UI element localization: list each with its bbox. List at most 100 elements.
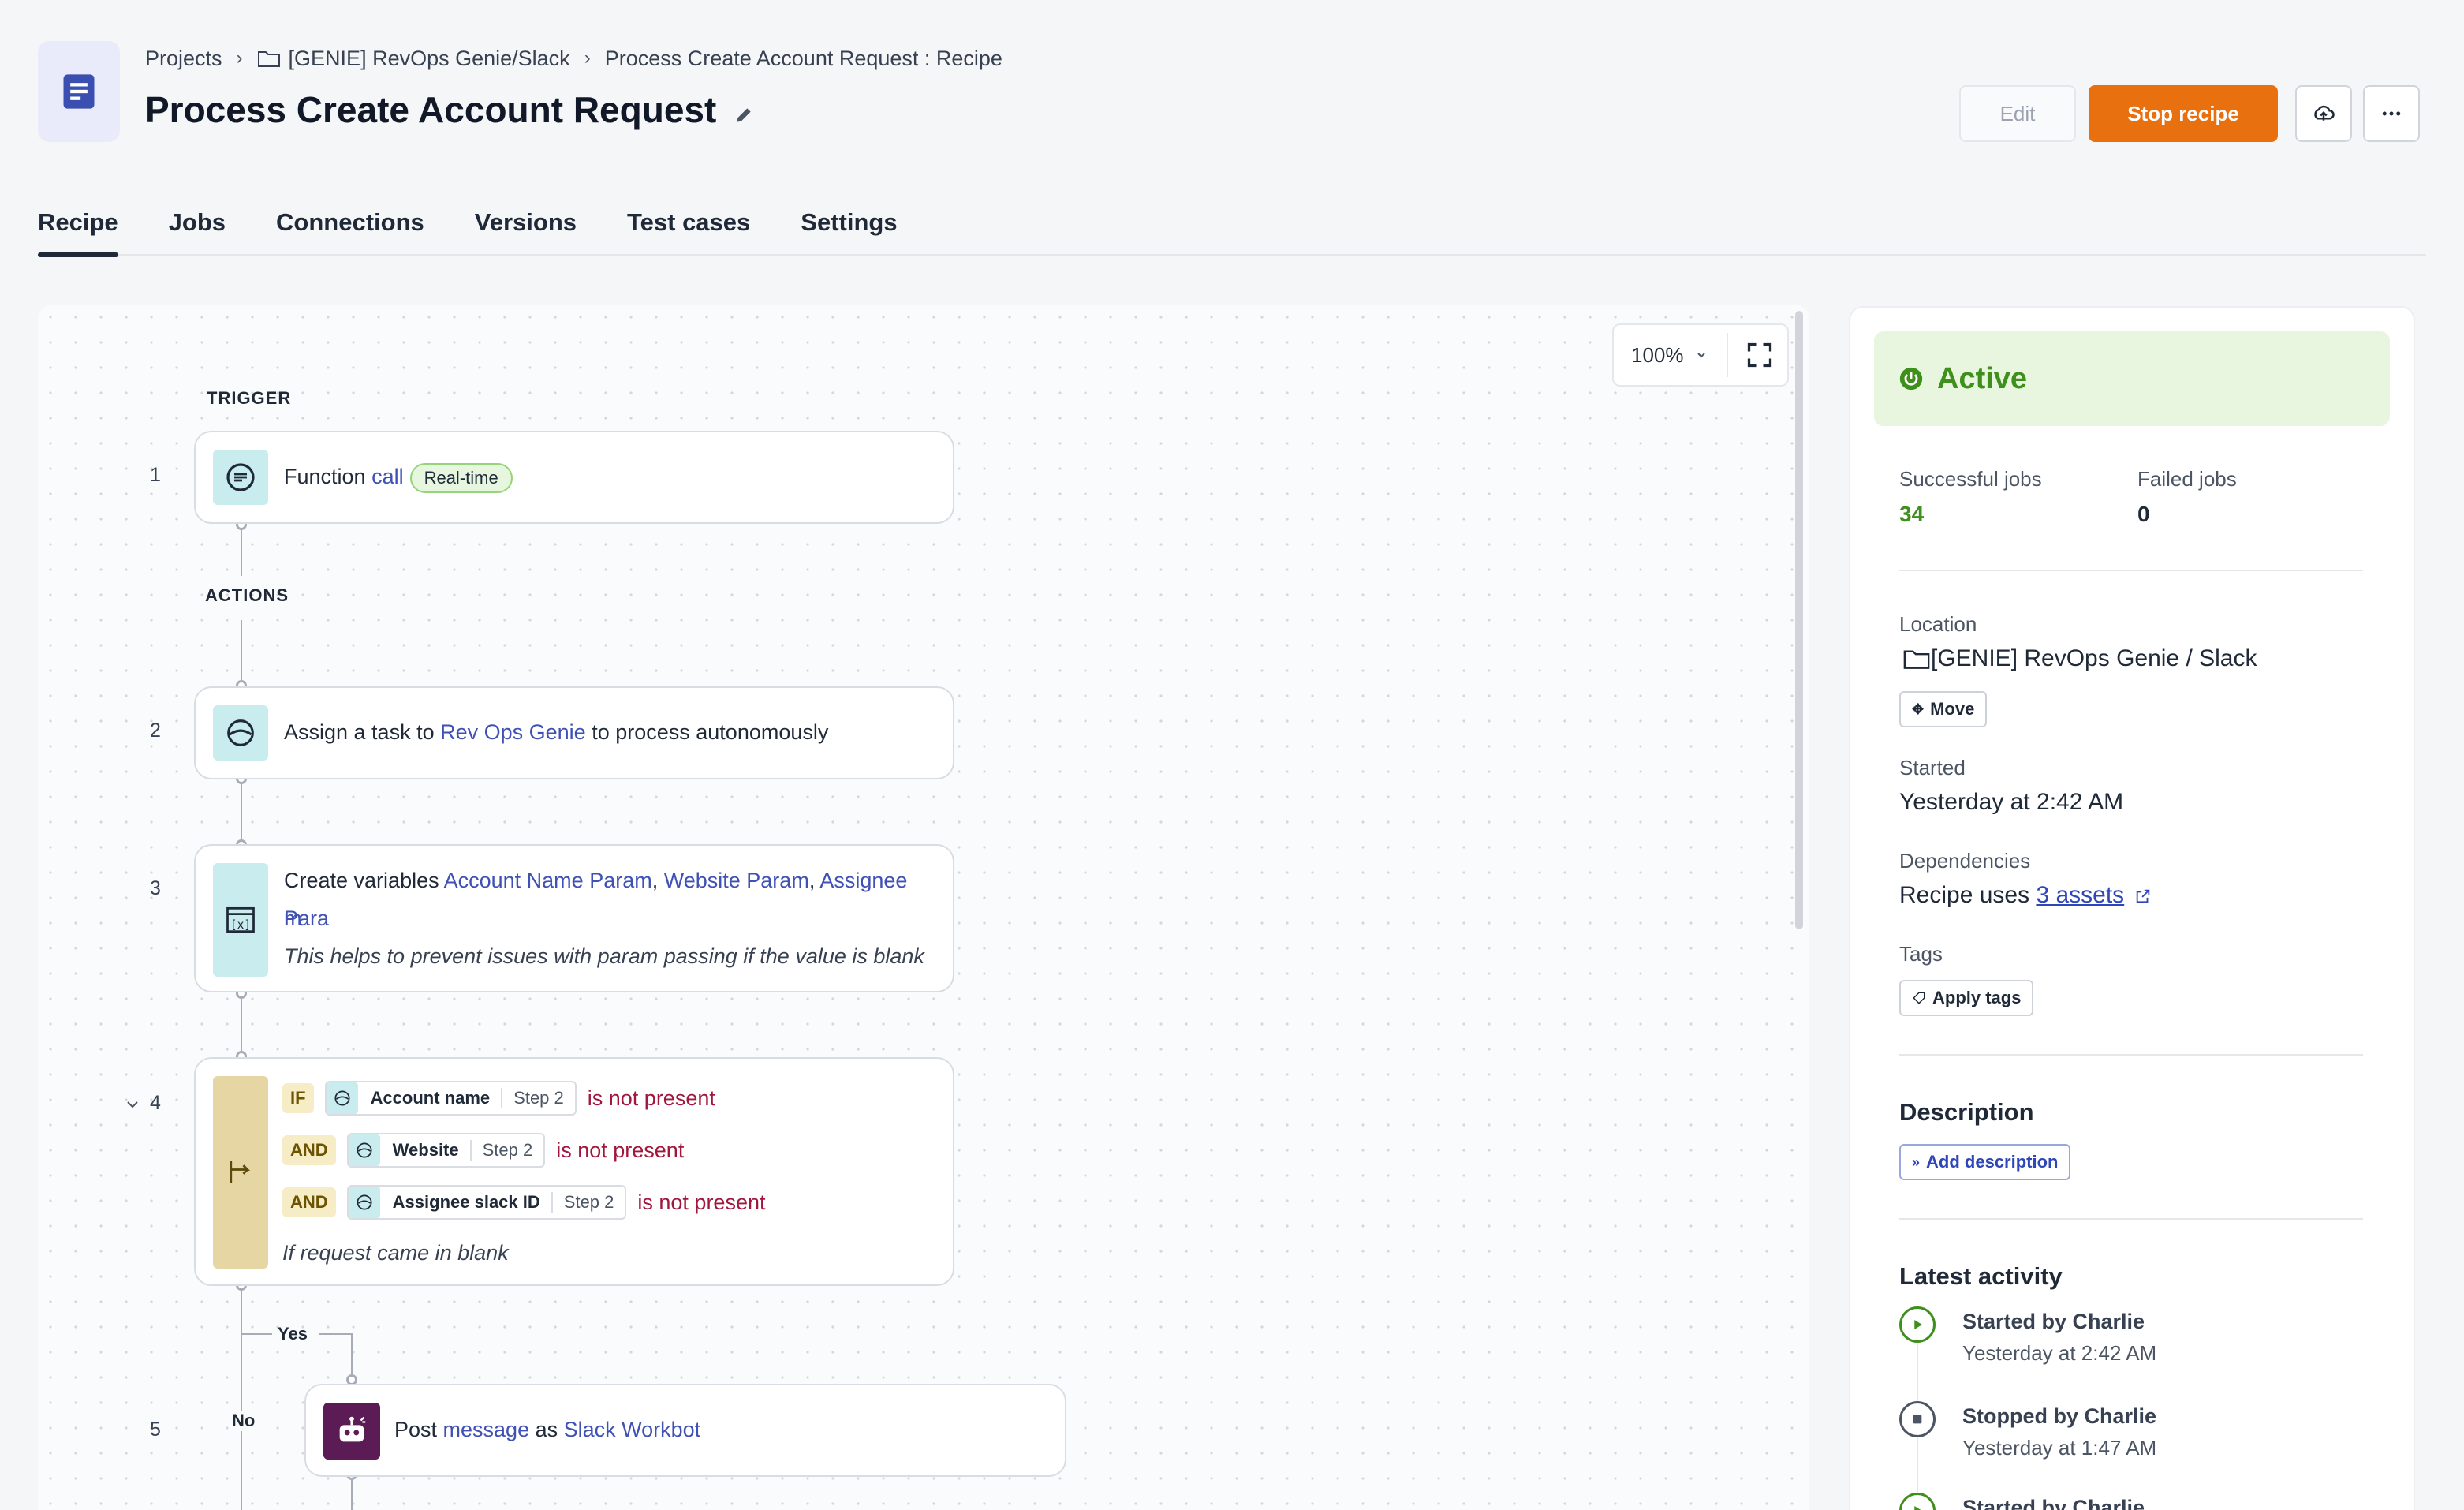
zoom-divider [1726,333,1728,377]
status-banner: Active [1874,331,2390,426]
location-value-row: [GENIE] RevOps Genie / Slack [1902,645,2257,672]
chevron-right-icon: › [236,47,243,69]
page-title-text: Process Create Account Request [145,89,717,130]
tag-icon [1913,992,1925,1004]
variable-assignee-wrap[interactable]: m [284,899,302,937]
step-2-link[interactable]: Rev Ops Genie [440,720,586,744]
step-number: 3 [150,877,161,899]
step-card-create-variables[interactable]: [x] Create variables Account Name Param,… [194,844,954,992]
connector-line [241,1284,242,1510]
step-card-assign-task[interactable]: Assign a task to Rev Ops Genie to proces… [194,686,954,779]
step-5-prefix: Post [394,1418,443,1441]
canvas-scrollbar[interactable] [1795,311,1803,929]
genie-icon [326,1082,358,1114]
operator-badge: AND [282,1135,336,1165]
step-card-if-condition[interactable]: IF Account name Step 2 is not present AN… [194,1057,954,1286]
step-1-text: Function call Real-time [284,458,513,495]
step-5-message-link[interactable]: message [443,1418,530,1441]
step-2-text: Assign a task to Rev Ops Genie to proces… [284,713,828,751]
tab-recipe[interactable]: Recipe [38,204,118,257]
zoom-select[interactable]: 100% [1631,343,1708,368]
started-value: Yesterday at 2:42 AM [1899,789,2124,815]
power-icon [1899,367,1923,391]
step-5-mid: as [529,1418,564,1441]
pencil-icon[interactable] [734,105,754,125]
activity-title: Started by Charlie [1962,1496,2145,1510]
step-4-note: If request came in blank [282,1241,509,1265]
stop-recipe-button[interactable]: Stop recipe [2089,85,2278,142]
zoom-controls: 100% [1612,323,1789,387]
branch-line [319,1333,352,1335]
dependencies-value: Recipe uses 3 assets [1899,882,2152,909]
connector-line [241,524,242,576]
variable-account-name[interactable]: Account Name Param [444,869,652,892]
breadcrumb-folder[interactable]: [GENIE] RevOps Genie/Slack [289,47,570,71]
condition-row: AND Website Step 2 is not present [282,1133,684,1168]
play-icon [1899,1306,1936,1343]
more-options-button[interactable] [2363,85,2420,142]
edit-button[interactable]: Edit [1959,85,2076,142]
move-icon: ✥ [1912,701,1925,717]
add-description-label: Add description [1926,1152,2059,1172]
data-pill-step: Step 2 [551,1192,625,1213]
tab-connections[interactable]: Connections [276,204,424,256]
condition-row: AND Assignee slack ID Step 2 is not pres… [282,1185,765,1220]
realtime-badge: Real-time [409,463,513,493]
failed-jobs-value[interactable]: 0 [2137,502,2150,527]
step-2-prefix: Assign a task to [284,720,441,744]
move-label: Move [1930,699,1975,719]
connector-line [241,620,242,685]
activity-time: Yesterday at 2:42 AM [1962,1341,2157,1365]
add-description-button[interactable]: » Add description [1899,1144,2071,1180]
description-heading: Description [1899,1098,2034,1126]
deploy-button[interactable] [2295,85,2352,142]
tab-test-cases[interactable]: Test cases [627,204,750,256]
fullscreen-icon[interactable] [1745,341,1774,369]
breadcrumb-current: Process Create Account Request : Recipe [604,46,1002,70]
tab-jobs[interactable]: Jobs [169,204,226,256]
cloud-upload-icon [2314,105,2335,121]
operator-badge: IF [282,1083,314,1113]
actions-label: ACTIONS [205,585,289,605]
successful-jobs-value[interactable]: 34 [1899,502,1924,527]
operator-badge: AND [282,1187,336,1217]
step-card-post-message[interactable]: Post message as Slack Workbot [304,1384,1066,1477]
chevron-down-icon [1697,353,1705,358]
external-link-icon[interactable] [2134,888,2152,905]
breadcrumb-projects[interactable]: Projects [145,47,222,71]
assets-link[interactable]: 3 assets [2036,882,2124,908]
apply-tags-button[interactable]: Apply tags [1899,980,2034,1016]
function-icon [213,450,268,505]
step-5-workbot-link[interactable]: Slack Workbot [564,1418,701,1441]
genie-icon [348,1134,380,1166]
variable-website[interactable]: Website Param [664,869,809,892]
step-1-link[interactable]: call [371,465,404,488]
chevron-down-icon[interactable] [125,1097,140,1112]
sparkle-icon: » [1912,1153,1921,1170]
condition-row: IF Account name Step 2 is not present [282,1081,715,1116]
connector-line [351,1333,353,1377]
divider [1899,1218,2363,1220]
tab-settings[interactable]: Settings [801,204,897,256]
move-button[interactable]: ✥ Move [1899,691,1988,727]
successful-jobs-label: Successful jobs [1899,467,2042,491]
branch-line [241,1333,272,1335]
page-title: Process Create Account Request [145,88,754,131]
data-pill[interactable]: Assignee slack ID Step 2 [346,1185,627,1220]
step-card-trigger[interactable]: Function call Real-time [194,431,954,524]
step-number: 1 [150,464,161,486]
condition-check: is not present [556,1138,685,1162]
data-pill-field: Website [392,1140,459,1160]
step-5-text: Post message as Slack Workbot [394,1411,700,1448]
data-pill-step: Step 2 [469,1140,544,1161]
activity-title: Started by Charlie [1962,1310,2145,1333]
condition-check: is not present [637,1190,766,1214]
activity-time: Yesterday at 1:47 AM [1962,1436,2157,1460]
data-pill[interactable]: Account name Step 2 [324,1081,577,1116]
data-pill[interactable]: Website Step 2 [346,1133,546,1168]
tab-versions[interactable]: Versions [475,204,577,256]
step-3-line-1: Create variables Account Name Param, Web… [284,862,953,937]
apply-tags-label: Apply tags [1932,988,2022,1007]
step-1-prefix: Function [284,465,372,488]
separator: , [808,869,820,892]
